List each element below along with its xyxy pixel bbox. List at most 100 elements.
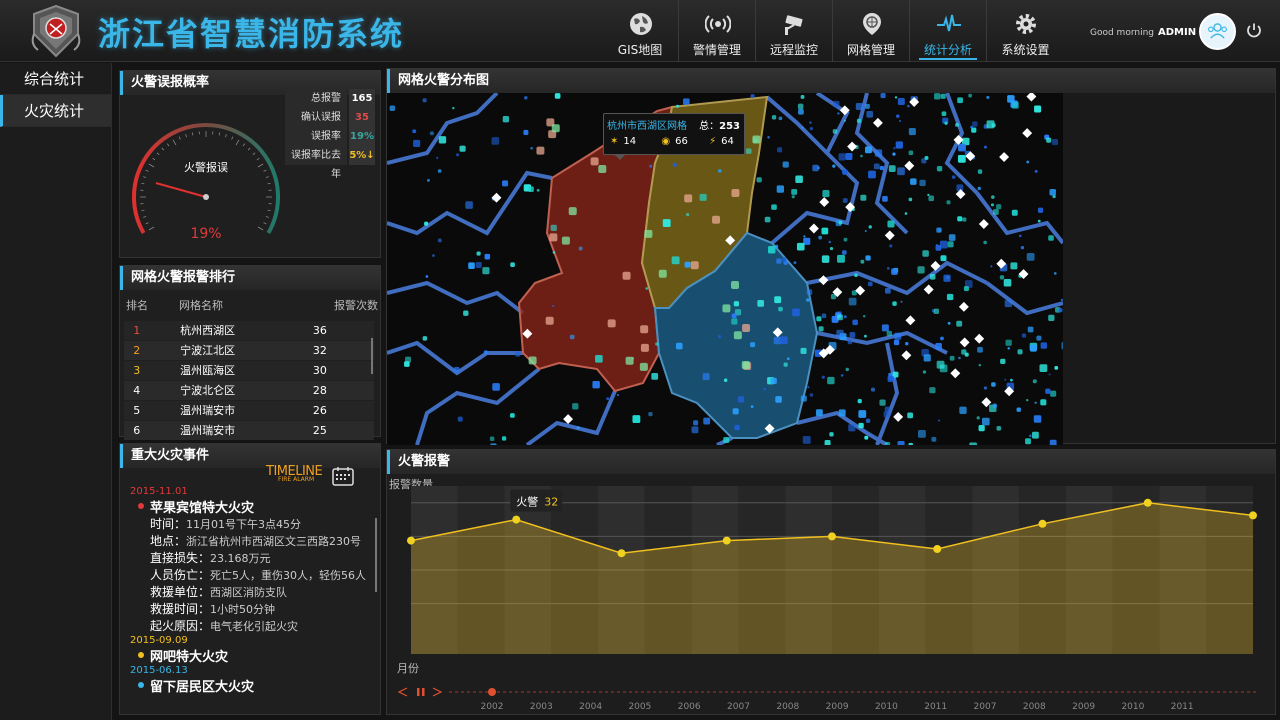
side-item-fire-stats[interactable]: 火灾统计 <box>0 95 111 127</box>
alarm-marker <box>887 375 894 382</box>
timeline-year[interactable]: 2011 <box>1171 702 1194 712</box>
tooltip-stats-row: ✶ 14 ◉ 66 ⚡ 64 <box>604 132 744 147</box>
data-point[interactable] <box>617 549 626 558</box>
ranking-scrollbar[interactable] <box>371 338 373 374</box>
gauge-tick <box>263 169 267 172</box>
stat-value: 165 <box>349 89 375 108</box>
user-avatar-icon[interactable] <box>1199 13 1236 50</box>
data-point[interactable] <box>1249 511 1257 520</box>
power-icon[interactable] <box>1245 22 1263 40</box>
fire-distribution-map[interactable]: 杭州市西湖区网格 总：253 ✶ 14 ◉ 66 ⚡ 64 <box>387 93 1063 445</box>
critical-marker <box>893 411 904 422</box>
timeline-year[interactable]: 2010 <box>875 702 898 712</box>
tooltip-title-row: 杭州市西湖区网格 总：253 <box>604 114 744 132</box>
alarm-marker <box>881 324 889 332</box>
table-row[interactable]: 2 宁波江北区 32 <box>124 341 374 360</box>
alarm-marker <box>838 220 843 225</box>
alarm-marker <box>800 347 807 355</box>
alarm-marker <box>552 304 555 308</box>
tooltip-total-value: 253 <box>719 121 740 132</box>
alarm-marker <box>818 235 823 240</box>
detail-value: 死亡5人，重伤30人，轻伤56人 <box>210 569 367 582</box>
timeline-back-icon[interactable] <box>397 687 408 697</box>
alarm-marker <box>829 246 834 251</box>
alarm-marker <box>1018 234 1022 238</box>
timeline-year[interactable]: 2005 <box>628 702 651 712</box>
critical-marker <box>847 141 858 152</box>
critical-marker <box>904 160 915 171</box>
detail-label: 救援时间： <box>150 602 211 616</box>
table-row[interactable]: 4 宁波北仑区 28 <box>124 381 374 400</box>
timeline-year[interactable]: 2007 <box>727 702 750 712</box>
nav-remote-monitor[interactable]: 远程监控 <box>756 0 833 62</box>
alarm-marker <box>530 146 534 150</box>
alarm-marker <box>432 254 435 257</box>
nav-system-settings[interactable]: 系统设置 <box>987 0 1064 62</box>
timeline-knob[interactable] <box>488 688 496 696</box>
timeline-year[interactable]: 2004 <box>579 702 602 712</box>
table-row[interactable]: 6 温州瑞安市 25 <box>124 421 374 440</box>
alarm-marker <box>801 126 804 129</box>
event-title[interactable]: 苹果宾馆特大火灾 <box>134 497 380 516</box>
timeline-year[interactable]: 2008 <box>1023 702 1046 712</box>
alarm-marker <box>972 121 978 127</box>
detail-value: 电气老化引起火灾 <box>210 620 299 633</box>
alarm-marker <box>757 300 765 307</box>
data-point[interactable] <box>828 532 836 541</box>
table-row[interactable]: 5 温州瑞安市 26 <box>124 401 374 420</box>
data-point[interactable] <box>407 536 415 545</box>
alarm-marker <box>862 314 866 318</box>
timeline-year[interactable]: 2009 <box>826 702 849 712</box>
timeline-year[interactable]: 2006 <box>678 702 701 712</box>
map-panel: 网格火警分布图 杭州市西湖区网格 总：253 ✶ 14 ◉ 66 ⚡ 64 <box>386 68 1276 445</box>
nav-statistics[interactable]: 统计分析 <box>910 0 987 62</box>
alarm-marker <box>1011 209 1018 216</box>
data-point[interactable] <box>1143 498 1152 507</box>
pause-icon[interactable] <box>422 688 425 696</box>
event-title[interactable]: 网吧特大火灾 <box>134 646 380 665</box>
alarm-marker <box>552 251 556 254</box>
alarm-marker <box>767 136 770 139</box>
alarm-marker <box>549 233 558 242</box>
data-point[interactable] <box>933 545 942 553</box>
timeline-year[interactable]: 2002 <box>481 702 504 712</box>
year-timeline[interactable]: 2002 2003 2004 2005 2006 2007 2008 2009 2010 2011… <box>397 687 1257 712</box>
alarm-marker <box>1050 390 1057 397</box>
timeline-year[interactable]: 2003 <box>530 702 553 712</box>
alarm-marker <box>852 319 858 326</box>
timeline-year[interactable]: 2007 <box>974 702 997 712</box>
pause-icon[interactable] <box>417 688 420 696</box>
gauge-tick <box>256 157 260 161</box>
side-item-overall-stats[interactable]: 综合统计 <box>0 63 111 95</box>
alarm-marker <box>412 129 417 134</box>
nav-gis-map[interactable]: GIS地图 <box>602 0 679 62</box>
table-row[interactable]: 3 温州瓯海区 30 <box>124 361 374 380</box>
alarm-marker <box>632 415 641 423</box>
alarm-marker <box>879 399 886 406</box>
data-point[interactable] <box>722 536 731 545</box>
timeline-year[interactable]: 2008 <box>776 702 799 712</box>
event-title[interactable]: 留下居民区大火灾 <box>134 676 380 695</box>
data-point[interactable] <box>1038 519 1047 528</box>
data-point[interactable] <box>512 515 521 524</box>
alarm-marker <box>854 273 858 277</box>
nav-grid-management[interactable]: 网格管理 <box>833 0 910 62</box>
alarm-marker <box>927 193 930 196</box>
nav-alarm-management[interactable]: 警情管理 <box>679 0 756 62</box>
critical-marker <box>808 223 819 234</box>
alarm-marker <box>879 165 884 171</box>
timeline-year[interactable]: 2011 <box>924 702 947 712</box>
alarm-marker <box>693 420 699 426</box>
alarm-marker <box>684 261 691 268</box>
alarm-count: 25 <box>312 424 327 437</box>
timeline-year[interactable]: 2010 <box>1121 702 1144 712</box>
alarm-marker <box>771 115 777 120</box>
alarm-marker <box>1051 139 1059 146</box>
timeline-forward-icon[interactable] <box>432 687 443 697</box>
table-row[interactable]: 1 杭州西湖区 36 <box>124 321 374 340</box>
events-scrollbar[interactable] <box>375 518 377 592</box>
alarm-marker <box>795 175 803 183</box>
timeline-year[interactable]: 2009 <box>1072 702 1095 712</box>
alarm-marker <box>737 396 745 403</box>
alarm-marker <box>691 426 699 434</box>
